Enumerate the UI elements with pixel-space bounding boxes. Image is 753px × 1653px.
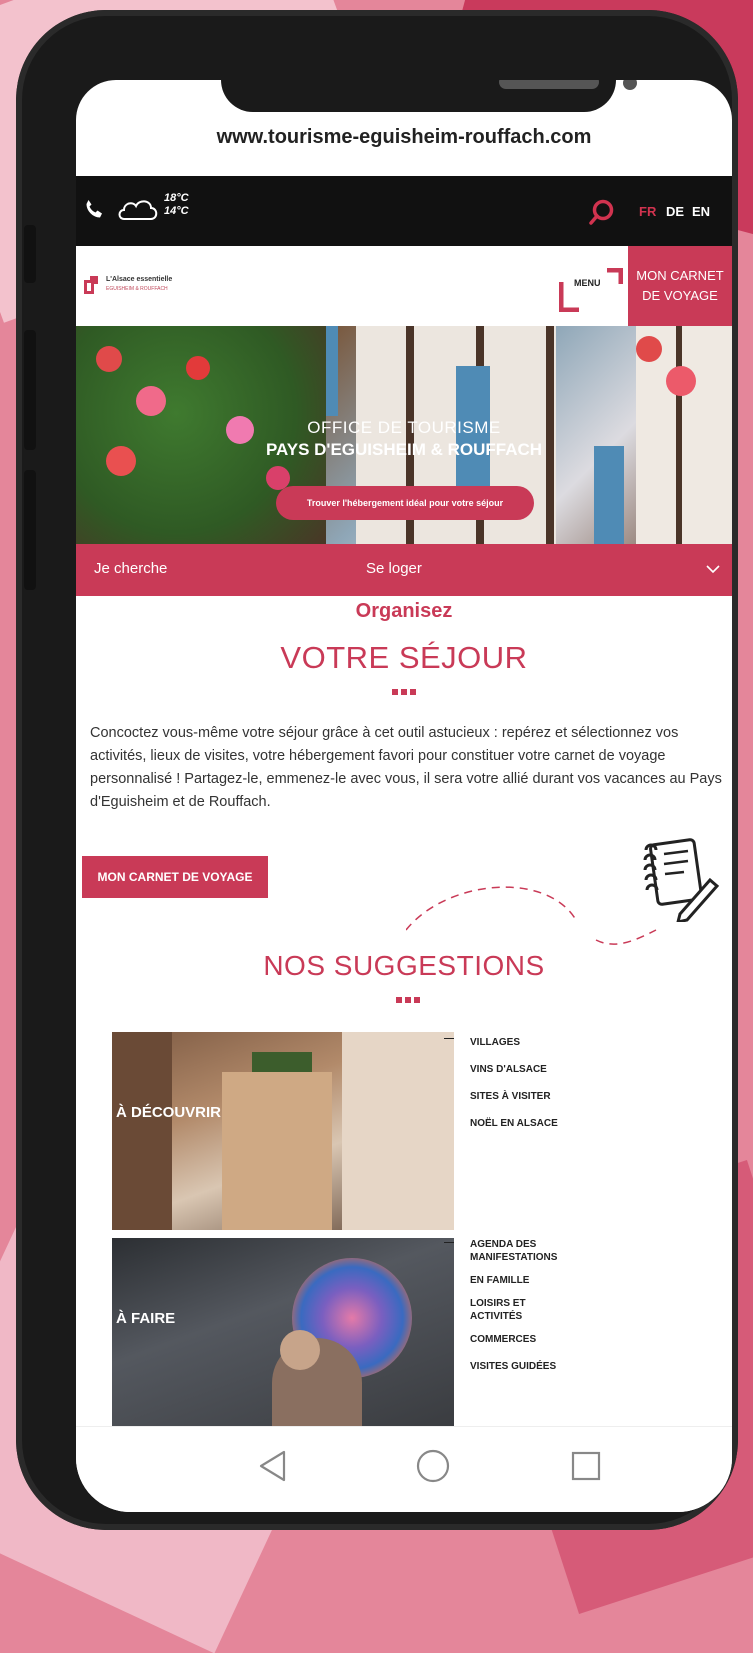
- card-title: À FAIRE: [116, 1310, 176, 1327]
- link-loisirs[interactable]: LOISIRS ET ACTIVITÉS: [470, 1297, 580, 1323]
- dashed-path-decoration: [406, 886, 657, 945]
- hero-title-line1: OFFICE DE TOURISME: [307, 418, 501, 437]
- power-button: [24, 470, 36, 590]
- section-kicker: Organisez: [355, 600, 453, 622]
- logo-subtext: EGUISHEIM & ROUFFACH: [106, 286, 168, 292]
- flower: [666, 366, 696, 396]
- android-nav-bar: [76, 1426, 732, 1512]
- street-building: [342, 1032, 454, 1230]
- chevron-down-icon[interactable]: [706, 562, 720, 576]
- lang-fr[interactable]: FR: [639, 204, 656, 219]
- weather-temps: 18°C 14°C: [164, 192, 189, 217]
- home-icon[interactable]: [416, 1449, 450, 1483]
- suggestion-card-decouvrir[interactable]: À DÉCOUVRIR: [112, 1032, 454, 1230]
- street-building: [222, 1072, 332, 1230]
- hero-title-line2: PAYS D'EGUISHEIM & ROUFFACH: [265, 440, 543, 459]
- phone-frame: www.tourisme-eguisheim-rouffach.com 18°C…: [16, 10, 738, 1530]
- visitor-head: [280, 1330, 320, 1370]
- carnet-voyage-button[interactable]: MON CARNET DE VOYAGE: [82, 856, 268, 898]
- link-agenda[interactable]: AGENDA DES MANIFESTATIONS: [470, 1238, 580, 1264]
- link-villages[interactable]: VILLAGES: [470, 1036, 558, 1049]
- search-selector[interactable]: Je cherche Se loger: [76, 544, 732, 596]
- flower: [136, 386, 166, 416]
- flower: [96, 346, 122, 372]
- divider-dots: [396, 997, 420, 1003]
- flower: [636, 336, 662, 362]
- volume-button: [24, 330, 36, 450]
- flower: [186, 356, 210, 380]
- suggestions-title: NOS SUGGESTIONS: [263, 950, 545, 981]
- link-commerces[interactable]: COMMERCES: [470, 1333, 580, 1346]
- link-connector: [444, 1242, 454, 1243]
- card-title: À DÉCOUVRIR: [116, 1104, 222, 1121]
- search-icon[interactable]: [588, 198, 616, 226]
- back-icon[interactable]: [258, 1449, 288, 1483]
- lang-de[interactable]: DE: [666, 204, 684, 219]
- menu-label[interactable]: MENU: [574, 278, 601, 288]
- top-bar: 18°C 14°C FR DE EN: [76, 176, 732, 246]
- link-vins-alsace[interactable]: VINS D'ALSACE: [470, 1063, 558, 1076]
- link-visites-guidees[interactable]: VISITES GUIDÉES: [470, 1360, 580, 1373]
- site-header: L'Alsace essentielle EGUISHEIM & ROUFFAC…: [76, 246, 732, 326]
- logo-mark-icon[interactable]: [84, 276, 98, 294]
- divider-dots: [392, 689, 416, 695]
- find-accommodation-button[interactable]: Trouver l'hébergement idéal pour votre s…: [276, 486, 534, 520]
- logo-text: L'Alsace essentielle: [106, 276, 173, 283]
- address-bar-url[interactable]: www.tourisme-eguisheim-rouffach.com: [76, 126, 732, 149]
- phone-icon[interactable]: [82, 198, 106, 222]
- link-en-famille[interactable]: EN FAMILLE: [470, 1274, 580, 1287]
- card-links-faire: AGENDA DES MANIFESTATIONS EN FAMILLE LOI…: [470, 1238, 580, 1373]
- section-title: VOTRE SÉJOUR: [280, 640, 528, 675]
- roof-greenery: [252, 1052, 312, 1072]
- menu-icon[interactable]: [559, 268, 623, 312]
- search-label: Je cherche: [94, 560, 168, 577]
- camera: [623, 80, 637, 90]
- blue-shutter: [594, 446, 624, 544]
- sejour-description: Concoctez vous-même votre séjour grâce à…: [90, 725, 722, 810]
- cloud-icon: [118, 200, 158, 220]
- notch: [221, 80, 637, 112]
- hero-banner: OFFICE DE TOURISME PAYS D'EGUISHEIM & RO…: [76, 326, 732, 544]
- card-links-decouvrir: VILLAGES VINS D'ALSACE SITES À VISITER N…: [470, 1036, 558, 1130]
- link-noel-alsace[interactable]: NOËL EN ALSACE: [470, 1117, 558, 1130]
- speaker: [499, 80, 599, 89]
- link-sites-visiter[interactable]: SITES À VISITER: [470, 1090, 558, 1103]
- carnet-voyage-header-button[interactable]: MON CARNET DE VOYAGE: [628, 246, 732, 326]
- search-select-value[interactable]: Se loger: [366, 560, 422, 577]
- suggestion-card-faire[interactable]: À FAIRE: [112, 1238, 454, 1428]
- link-connector: [444, 1038, 454, 1039]
- phone-screen: www.tourisme-eguisheim-rouffach.com 18°C…: [76, 80, 732, 1512]
- street-building: [112, 1032, 172, 1230]
- lang-en[interactable]: EN: [692, 204, 710, 219]
- volume-button: [24, 225, 36, 283]
- recent-apps-icon[interactable]: [571, 1451, 601, 1481]
